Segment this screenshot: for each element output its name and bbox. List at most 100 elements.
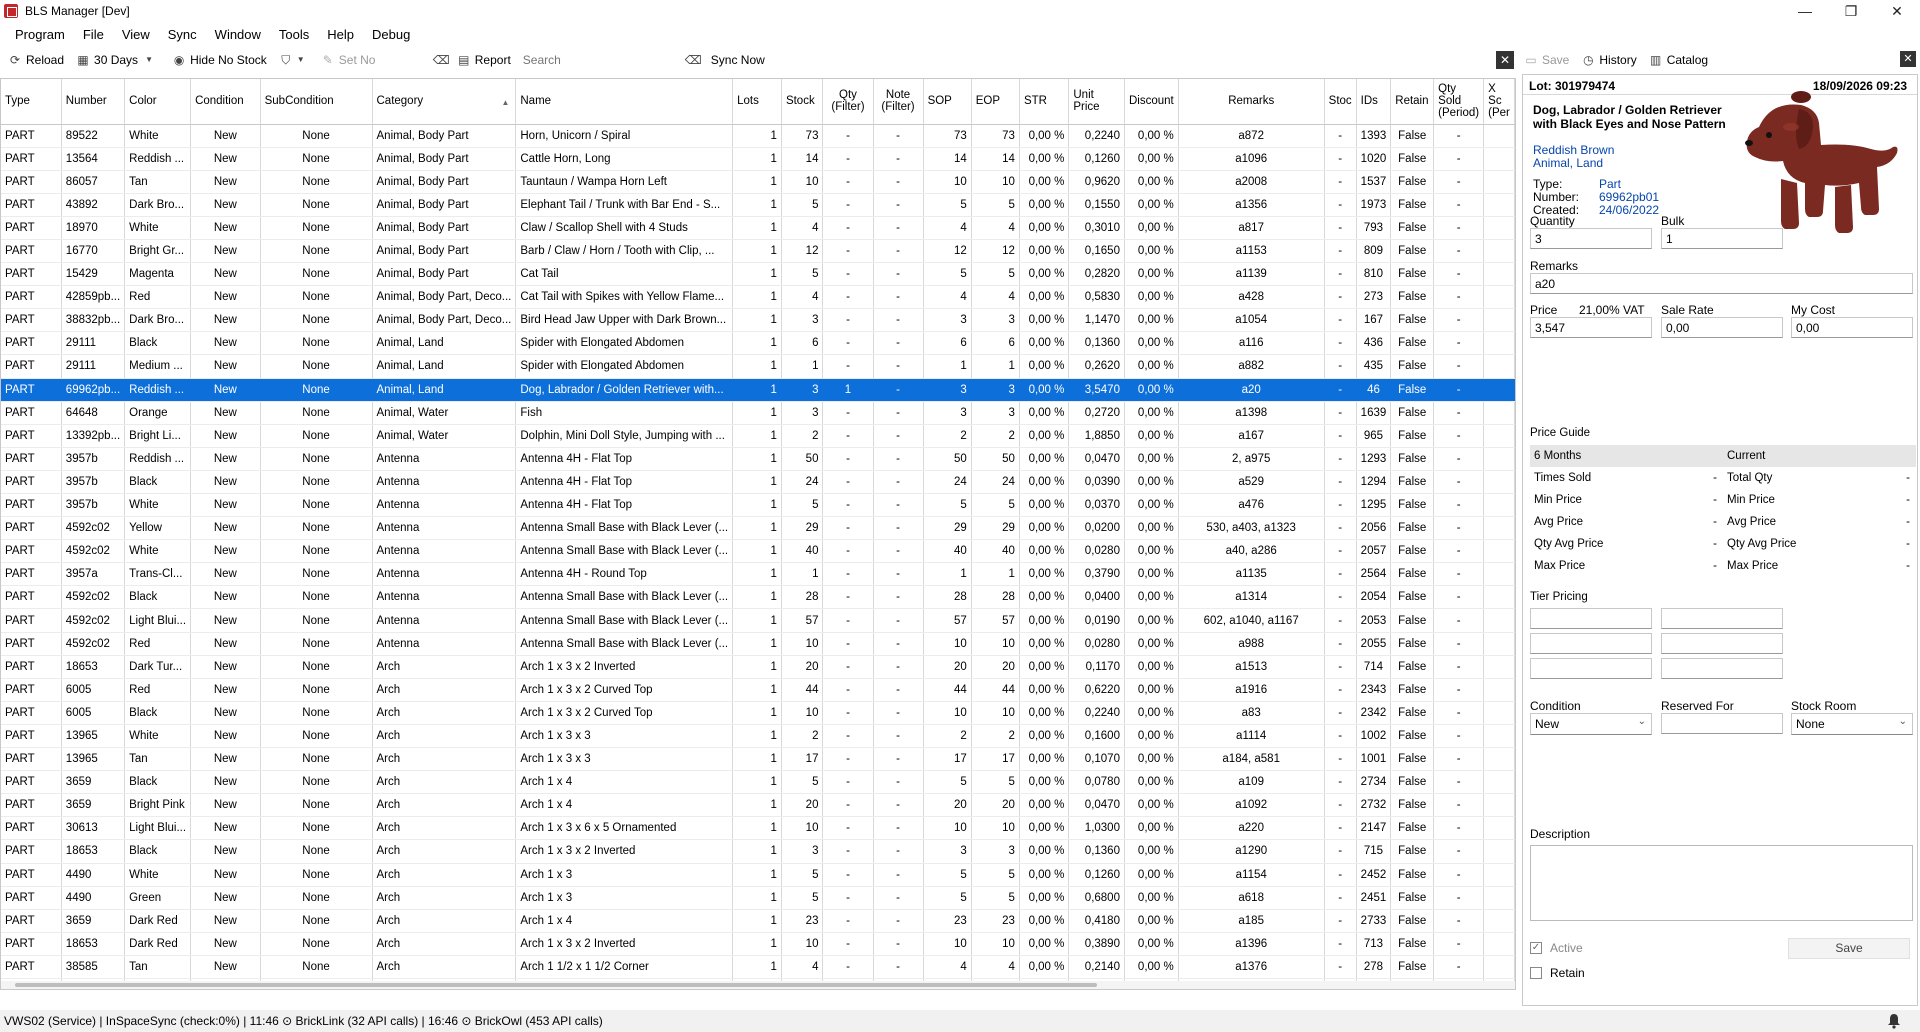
- type-value[interactable]: Part: [1599, 177, 1621, 191]
- table-row[interactable]: PART 69962pb... Reddish ... New None Animal, …: [1, 378, 1515, 402]
- menu-debug[interactable]: Debug: [363, 24, 419, 46]
- menu-help[interactable]: Help: [318, 24, 363, 46]
- table-row[interactable]: PART 29111 Medium ... New None Animal, Land Sp…: [1, 354, 1515, 379]
- column-header[interactable]: Condition: [190, 79, 261, 125]
- table-row[interactable]: PART 13965 Tan New None Arch Arch 1 x 3 x 3 1 17…: [1, 747, 1515, 772]
- table-row[interactable]: PART 4592c02 Light Blui... New None Antenna An…: [1, 608, 1515, 633]
- column-header[interactable]: Lots: [732, 79, 782, 125]
- table-row[interactable]: PART 4490 White New None Arch Arch 1 x 315--55…: [1, 863, 1515, 887]
- column-header[interactable]: Number: [61, 79, 126, 125]
- scrollbar-thumb[interactable]: [15, 983, 1097, 987]
- table-row[interactable]: PART 15429 Magenta New None Animal, Body Part…: [1, 262, 1515, 287]
- clear-filter-button[interactable]: ⌫: [433, 49, 451, 71]
- days-dropdown[interactable]: ▦ 30 Days ▼: [76, 49, 160, 71]
- table-row[interactable]: PART 4592c02 Black New None Antenna Antenna Sm…: [1, 585, 1515, 610]
- column-header[interactable]: Name: [515, 79, 734, 125]
- column-header[interactable]: Qty Sold (Period): [1433, 79, 1485, 125]
- panel-save-button[interactable]: ▭ Save: [1524, 49, 1569, 71]
- table-row[interactable]: PART 64648 Orange New None Animal, Water Fish 1…: [1, 401, 1515, 425]
- maximize-button[interactable]: ❐: [1828, 0, 1874, 22]
- table-row[interactable]: PART 18970 White New None Animal, Body Part Cl…: [1, 216, 1515, 240]
- table-row[interactable]: PART 3957b Reddish ... New None Antenna Antenn…: [1, 447, 1515, 471]
- reload-button[interactable]: ⟳ Reload: [8, 49, 64, 71]
- set-no-button[interactable]: ✎ Set No: [321, 49, 421, 71]
- filter-dropdown[interactable]: ⛉ ▼: [279, 49, 309, 71]
- column-header[interactable]: Unit Price: [1068, 79, 1125, 125]
- table-row[interactable]: PART 3659 Dark Red New None Arch Arch 1 x 4 1 23…: [1, 909, 1515, 933]
- report-button[interactable]: ▤ Report: [457, 49, 511, 71]
- close-button[interactable]: ✕: [1874, 0, 1920, 22]
- column-header[interactable]: SOP: [923, 79, 972, 125]
- clear-search-button[interactable]: ⌫: [685, 49, 703, 71]
- bulk-input[interactable]: 1: [1661, 228, 1783, 249]
- column-header[interactable]: Note (Filter): [873, 79, 924, 125]
- menu-program[interactable]: Program: [6, 24, 74, 46]
- tier-qty-input[interactable]: [1530, 633, 1652, 654]
- table-row[interactable]: PART 13564 Reddish ... New None Animal, Body …: [1, 147, 1515, 171]
- menu-tools[interactable]: Tools: [270, 24, 318, 46]
- table-row[interactable]: PART 43892 Dark Bro... New None Animal, Body …: [1, 193, 1515, 217]
- sync-now-button[interactable]: Sync Now: [711, 49, 765, 71]
- column-header[interactable]: STR: [1019, 79, 1070, 125]
- item-category-link[interactable]: Animal, Land: [1533, 156, 1603, 170]
- quantity-input[interactable]: 3: [1530, 228, 1652, 249]
- column-header[interactable]: IDs: [1356, 79, 1392, 125]
- column-header[interactable]: X Sc (Per: [1483, 79, 1515, 125]
- table-row[interactable]: PART 4592c02 Red New None Antenna Antenna Smal…: [1, 632, 1515, 656]
- table-row[interactable]: PART 4490 Green New None Arch Arch 1 x 315--55…: [1, 886, 1515, 910]
- retain-checkbox[interactable]: Retain: [1530, 966, 1585, 980]
- menu-view[interactable]: View: [113, 24, 159, 46]
- table-row[interactable]: PART 89522 White New None Animal, Body Part Ho…: [1, 124, 1515, 148]
- column-header[interactable]: SubCondition: [260, 79, 373, 125]
- sale-rate-input[interactable]: 0,00: [1661, 317, 1783, 338]
- table-row[interactable]: PART 3957b Black New None Antenna Antenna 4H -…: [1, 470, 1515, 495]
- tier-qty-input[interactable]: [1530, 608, 1652, 629]
- menu-window[interactable]: Window: [206, 24, 270, 46]
- stock-room-select[interactable]: None ⌄: [1791, 713, 1913, 735]
- tier-price-input[interactable]: [1661, 658, 1783, 679]
- history-button[interactable]: ◷ History: [1581, 49, 1637, 71]
- column-header[interactable]: Stock: [781, 79, 824, 125]
- column-header[interactable]: Type: [1, 79, 62, 125]
- table-row[interactable]: PART 4592c02 Yellow New None Antenna Antenna S…: [1, 516, 1515, 541]
- table-row[interactable]: PART 3659 Black New None Arch Arch 1 x 415--55…: [1, 770, 1515, 795]
- table-row[interactable]: PART 6005 Red New None Arch Arch 1 x 3 x 2 Cur…: [1, 678, 1515, 702]
- remarks-input[interactable]: a20: [1530, 273, 1913, 294]
- tier-qty-input[interactable]: [1530, 658, 1652, 679]
- table-row[interactable]: PART 18653 Dark Tur... New None Arch Arch 1 x …: [1, 655, 1515, 679]
- menu-sync[interactable]: Sync: [159, 24, 206, 46]
- column-header[interactable]: EOP: [971, 79, 1020, 125]
- table-row[interactable]: PART 42859pb... Red New None Animal, Body Par…: [1, 285, 1515, 310]
- bell-icon[interactable]: [1886, 1013, 1902, 1029]
- reserved-for-input[interactable]: [1661, 713, 1783, 734]
- active-checkbox[interactable]: ✓ Active: [1530, 941, 1583, 955]
- table-row[interactable]: PART 3957a Trans-Cl... New None Antenna Antenn…: [1, 562, 1515, 587]
- table-row[interactable]: PART 29111 Black New None Animal, Land Spider …: [1, 331, 1515, 356]
- table-row[interactable]: PART 13392pb... Bright Li... New None Animal,…: [1, 424, 1515, 448]
- save-button[interactable]: Save: [1788, 938, 1910, 959]
- table-row[interactable]: PART 16770 Bright Gr... New None Animal, Body…: [1, 239, 1515, 264]
- hide-no-stock-button[interactable]: ◉ Hide No Stock: [172, 49, 267, 71]
- tier-price-input[interactable]: [1661, 633, 1783, 654]
- table-row[interactable]: PART 38832pb... Dark Bro... New None Animal, …: [1, 308, 1515, 333]
- table-row[interactable]: PART 13965 White New None Arch Arch 1 x 3 x 31…: [1, 724, 1515, 749]
- table-row[interactable]: PART 38585 Tan New None Arch Arch 1 1/2 x 1 1/…: [1, 955, 1515, 979]
- table-row[interactable]: PART 18653 Dark Red New None Arch Arch 1 x 3 x…: [1, 932, 1515, 956]
- table-row[interactable]: PART 3957b White New None Antenna Antenna 4H -…: [1, 493, 1515, 518]
- column-header[interactable]: Qty (Filter): [822, 79, 874, 125]
- close-panel-icon[interactable]: ✕: [1900, 51, 1916, 67]
- table-row[interactable]: PART 30613 Light Blui... New None Arch Arch 1 …: [1, 816, 1515, 841]
- menu-file[interactable]: File: [74, 24, 113, 46]
- table-row[interactable]: PART 4592c02 White New None Antenna Antenna Sm…: [1, 539, 1515, 564]
- column-header[interactable]: Retain: [1390, 79, 1435, 125]
- close-grid-icon[interactable]: ✕: [1496, 51, 1514, 69]
- number-value[interactable]: 69962pb01: [1599, 190, 1659, 204]
- horizontal-scrollbar[interactable]: [1, 981, 1515, 989]
- column-header[interactable]: Remarks: [1178, 79, 1325, 125]
- table-row[interactable]: PART 18653 Black New None Arch Arch 1 x 3 x 2 …: [1, 839, 1515, 864]
- tier-price-input[interactable]: [1661, 608, 1783, 629]
- price-input[interactable]: 3,547: [1530, 317, 1652, 338]
- item-color-link[interactable]: Reddish Brown: [1533, 143, 1614, 157]
- table-row[interactable]: PART 6005 Black New None Arch Arch 1 x 3 x 2 C…: [1, 701, 1515, 725]
- catalog-button[interactable]: ▥ Catalog: [1649, 49, 1708, 71]
